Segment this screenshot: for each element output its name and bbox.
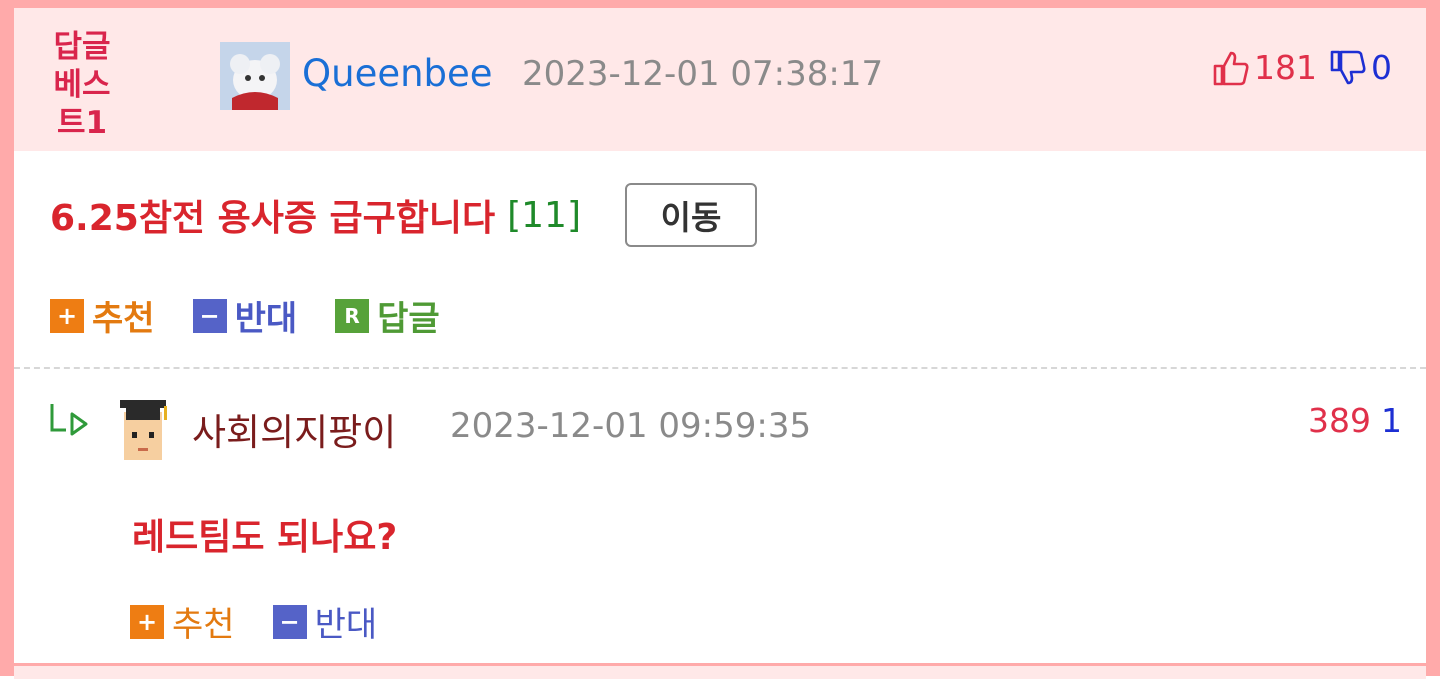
reply-button[interactable]: R 답글 [335, 291, 440, 340]
badge-line1: 답글 [53, 29, 111, 65]
best-reply-badge: 답글 베스트1 [48, 28, 116, 142]
thumbs-up-icon[interactable] [1212, 49, 1250, 87]
post-title-row: 6.25참전 용사증 급구합니다 [11] 이동 [50, 183, 757, 247]
reply-actions: + 추천 − 반대 [130, 597, 415, 646]
author-avatar[interactable] [220, 42, 290, 110]
recommend-button[interactable]: + 추천 [50, 291, 155, 340]
post-header: 답글 베스트1 Queenbee 2023-12-01 07:38:17 181 [14, 8, 1426, 151]
reply-arrow-icon [50, 404, 88, 436]
reply-oppose-label: 반대 [314, 605, 378, 645]
reply-datetime: 2023-12-01 09:59:35 [450, 406, 812, 446]
reply-downvote-count: 1 [1381, 401, 1402, 440]
oppose-button[interactable]: − 반대 [192, 291, 298, 340]
reply-icon: R [335, 298, 370, 333]
replier-avatar[interactable] [110, 392, 174, 464]
reply-text: 레드팀도 되나요? [132, 517, 398, 558]
divider [14, 367, 1426, 369]
author-username[interactable]: Queenbee [302, 52, 493, 95]
comment-count: [11] [507, 194, 581, 236]
reply-label: 답글 [377, 299, 440, 339]
badge-line2: 베스트1 [53, 67, 111, 141]
post-actions: + 추천 − 반대 R 답글 [50, 291, 478, 340]
reply-recommend-label: 추천 [172, 605, 235, 645]
upvote-count: 181 [1254, 48, 1317, 87]
oppose-label: 반대 [234, 299, 298, 339]
replier-username[interactable]: 사회의지팡이 [192, 402, 396, 456]
reply-oppose-button[interactable]: − 반대 [272, 597, 378, 646]
reply-votes: 389 1 [1308, 401, 1402, 440]
minus-icon: − [192, 298, 227, 333]
bottom-border [14, 663, 1426, 679]
comment-frame: 답글 베스트1 Queenbee 2023-12-01 07:38:17 181 [0, 0, 1440, 679]
minus-icon: − [272, 604, 307, 639]
post-title[interactable]: 6.25참전 용사증 급구합니다 [50, 189, 495, 241]
reply-recommend-button[interactable]: + 추천 [130, 597, 235, 646]
plus-icon: + [130, 604, 164, 639]
post-votes: 181 0 [1212, 48, 1392, 87]
thumbs-down-icon[interactable] [1329, 49, 1367, 87]
move-button[interactable]: 이동 [625, 183, 757, 247]
recommend-label: 추천 [92, 299, 155, 339]
reply-upvote-count: 389 [1308, 401, 1371, 440]
post-datetime: 2023-12-01 07:38:17 [522, 54, 884, 94]
downvote-count: 0 [1371, 48, 1392, 87]
plus-icon: + [50, 298, 84, 333]
